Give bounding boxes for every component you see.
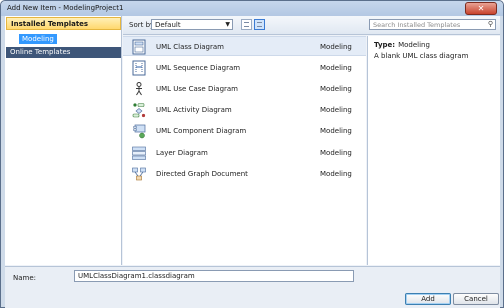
class-diagram-icon xyxy=(132,39,146,55)
template-description: A blank UML class diagram xyxy=(374,52,469,60)
installed-templates-header[interactable]: Installed Templates xyxy=(6,17,121,30)
sort-by-value: Default xyxy=(155,21,181,29)
template-name: UML Sequence Diagram xyxy=(156,64,241,72)
template-type: Type: Modeling xyxy=(374,41,430,49)
list-item[interactable]: Layer Diagram Modeling xyxy=(123,143,366,163)
sort-by-dropdown[interactable]: Default ▼ xyxy=(151,19,233,30)
list-item[interactable]: UML Activity Diagram Modeling xyxy=(123,100,366,120)
component-diagram-icon xyxy=(133,124,146,139)
cancel-button[interactable]: Cancel xyxy=(453,293,499,305)
search-icon[interactable]: ⚲ xyxy=(488,20,493,28)
grid-view-icon xyxy=(244,22,249,27)
title-bar[interactable]: Add New Item - ModelingProject1 ✕ xyxy=(1,1,503,16)
list-view-icon xyxy=(257,22,262,27)
add-new-item-dialog: Add New Item - ModelingProject1 ✕ Instal… xyxy=(0,0,504,308)
template-category: Modeling xyxy=(320,43,352,51)
template-name: UML Component Diagram xyxy=(156,127,247,135)
tree-item-modeling[interactable]: Modeling xyxy=(19,34,57,44)
template-name: UML Use Case Diagram xyxy=(156,85,239,93)
list-item[interactable]: UML Class Diagram Modeling xyxy=(123,36,366,56)
dialog-client-area: Installed Templates Modeling Online Temp… xyxy=(5,16,500,308)
large-icons-view-button[interactable] xyxy=(241,19,252,30)
search-templates-input[interactable]: Search Installed Templates ⚲ xyxy=(369,19,496,30)
close-button[interactable]: ✕ xyxy=(465,2,497,15)
list-item[interactable]: UML Component Diagram Modeling xyxy=(123,121,366,141)
chevron-down-icon: ▼ xyxy=(225,21,230,28)
template-category: Modeling xyxy=(320,170,352,178)
name-field[interactable]: UMLClassDiagram1.classdiagram xyxy=(74,270,354,282)
template-list: UML Class Diagram Modeling UML Sequence … xyxy=(123,36,366,265)
template-name: Layer Diagram xyxy=(156,149,208,157)
template-category-pane: Installed Templates Modeling Online Temp… xyxy=(5,16,122,265)
close-icon: ✕ xyxy=(477,4,485,13)
type-label: Type: xyxy=(374,41,396,49)
template-details-pane: Type: Modeling A blank UML class diagram xyxy=(367,36,500,265)
template-category: Modeling xyxy=(320,127,352,135)
template-category: Modeling xyxy=(320,85,352,93)
template-category: Modeling xyxy=(320,106,352,114)
template-toolbar: Sort by: Default ▼ Search Installed Temp… xyxy=(123,16,500,35)
list-view-button[interactable] xyxy=(254,19,265,30)
layer-diagram-icon xyxy=(132,146,146,160)
template-category: Modeling xyxy=(320,149,352,157)
dialog-footer: Name: UMLClassDiagram1.classdiagram Add … xyxy=(5,266,500,308)
activity-diagram-icon xyxy=(132,103,146,118)
list-item[interactable]: Directed Graph Document Modeling xyxy=(123,164,366,184)
use-case-diagram-icon xyxy=(136,82,142,96)
template-name: UML Activity Diagram xyxy=(156,106,232,114)
type-value: Modeling xyxy=(398,41,430,49)
name-label: Name: xyxy=(13,274,37,282)
window-title: Add New Item - ModelingProject1 xyxy=(7,4,124,12)
list-item[interactable]: UML Sequence Diagram Modeling xyxy=(123,58,366,78)
online-templates-header[interactable]: Online Templates xyxy=(6,47,121,58)
list-item[interactable]: UML Use Case Diagram Modeling xyxy=(123,79,366,99)
directed-graph-icon xyxy=(132,167,146,181)
sequence-diagram-icon xyxy=(132,60,146,76)
search-placeholder: Search Installed Templates xyxy=(373,21,461,29)
template-name: UML Class Diagram xyxy=(156,43,224,51)
template-name: Directed Graph Document xyxy=(156,170,248,178)
template-category: Modeling xyxy=(320,64,352,72)
add-button[interactable]: Add xyxy=(405,293,451,305)
